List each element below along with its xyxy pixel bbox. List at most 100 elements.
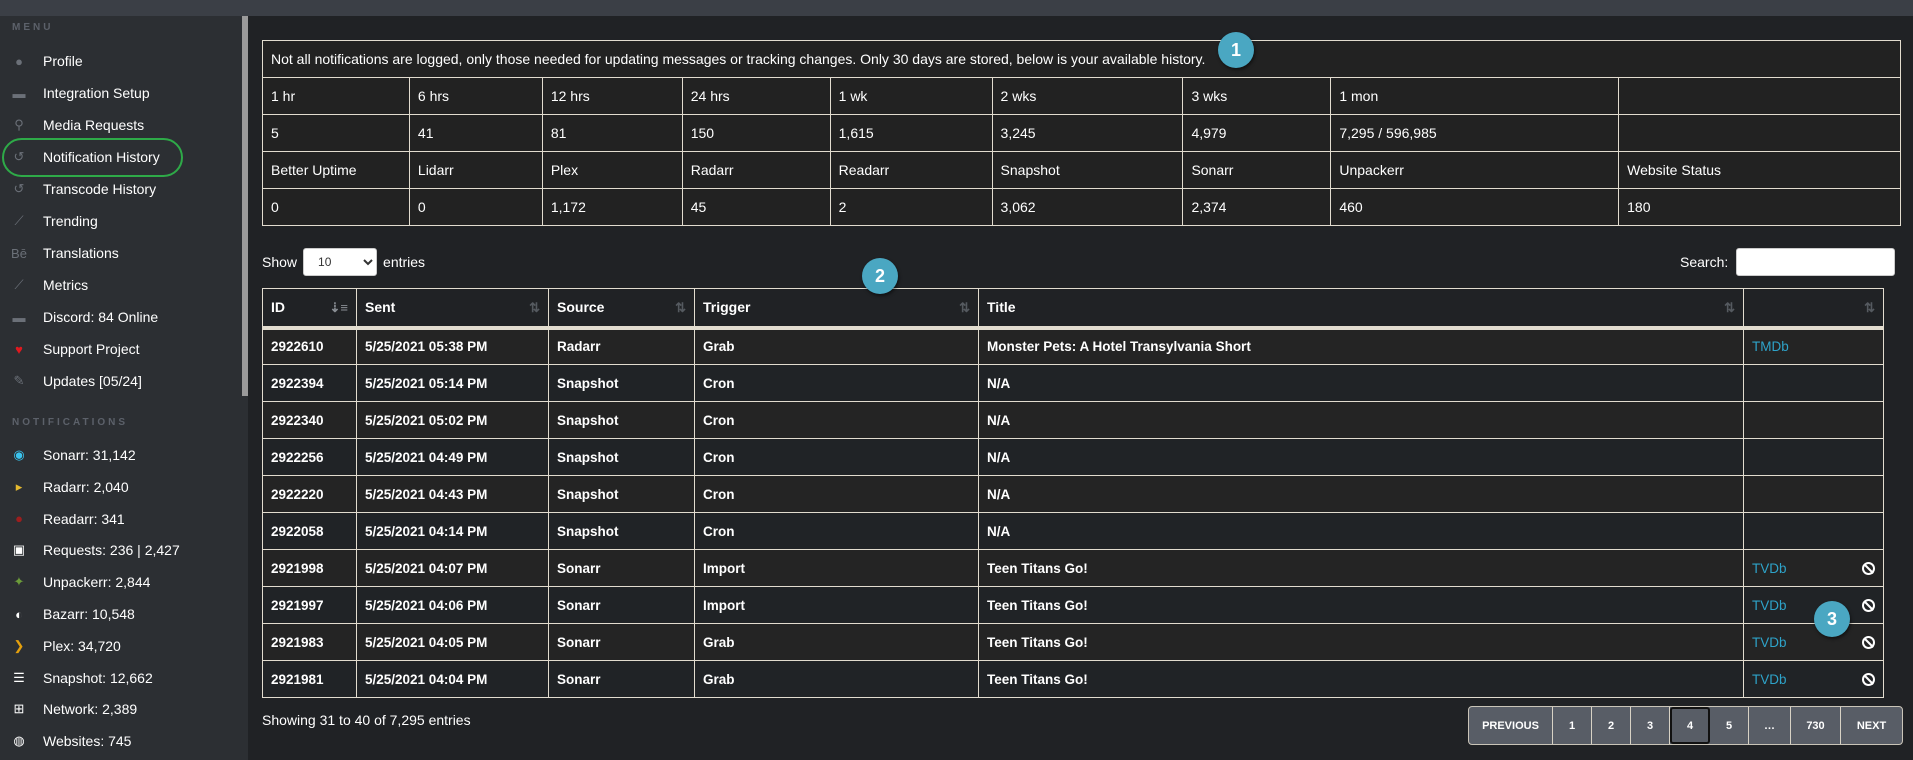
cell-trigger: Cron [694,401,979,439]
stats-cell: Plex [541,151,683,189]
sidebar-item-translations[interactable]: Bē Translations [10,238,119,268]
sidebar-scrollbar[interactable] [242,16,248,396]
globe-icon: ◍ [13,733,25,749]
stats-row-sources: Better Uptime Lidarr Plex Radarr Readarr Snap… [262,151,1901,189]
table-row[interactable]: 2921983 5/25/2021 04:05 PM Sonarr Grab Teen … [262,623,1884,661]
sidebar-item-bazarr-10-548[interactable]: ◐ Bazarr: 10,548 [10,599,135,629]
column-label: Title [987,299,1016,316]
table-row[interactable]: 2921981 5/25/2021 04:04 PM Sonarr Grab Teen … [262,660,1884,698]
cell-links [1743,364,1884,402]
page-button[interactable]: 2 [1592,707,1631,744]
search-input[interactable] [1736,248,1896,276]
column-header-source[interactable]: Source ⇅ [548,288,695,330]
page-button[interactable]: 5 [1710,707,1749,744]
cell-title: Teen Titans Go! [978,586,1744,624]
sidebar-item-requests-236-2-427[interactable]: ▣ Requests: 236 | 2,427 [10,535,180,565]
sonarr-icon: ◉ [13,447,25,462]
behance-icon: Bē [11,245,27,261]
table-row[interactable]: 2922220 5/25/2021 04:43 PM Snapshot Cron N/A [262,475,1884,513]
page-button[interactable]: 4 [1670,707,1710,744]
sidebar-item-metrics[interactable]: ⟋ Metrics [10,270,88,300]
table-row[interactable]: 2922340 5/25/2021 05:02 PM Snapshot Cron N/A [262,401,1884,439]
sidebar-item-support-project[interactable]: ♥ Support Project [10,334,139,364]
stats-cell: 81 [541,114,683,152]
column-label: Sent [365,299,396,316]
table-info: Showing 31 to 40 of 7,295 entries [262,712,471,728]
column-header-sent[interactable]: Sent ⇅ [356,288,549,330]
sidebar-item-profile[interactable]: ● Profile [10,46,83,76]
table-row[interactable]: 2922610 5/25/2021 05:38 PM Radarr Grab Monst… [262,327,1884,365]
sidebar-item-websites-745[interactable]: ◍ Websites: 745 [10,726,131,756]
next-button[interactable]: NEXT [1841,707,1902,744]
cell-sent: 5/25/2021 05:02 PM [356,401,549,439]
sidebar-item-updates-05-24[interactable]: ✎ Updates [05/24] [10,366,142,396]
cell-sent: 5/25/2021 04:04 PM [356,660,549,698]
stats-cell: 7,295 / 596,985 [1330,114,1620,152]
sidebar-item-plex-34-720[interactable]: ❯ Plex: 34,720 [10,631,121,661]
sidebar-item-media-requests[interactable]: ⚲ Media Requests [10,110,144,140]
cell-links [1743,438,1884,476]
readarr-icon: ● [15,511,23,527]
sidebar-item-unpackerr-2-844[interactable]: ✦ Unpackerr: 2,844 [10,567,151,597]
sidebar-item-trending[interactable]: ⟋ Trending [10,206,97,236]
sidebar-item-integration-setup[interactable]: ▬ Integration Setup [10,78,150,108]
table-row[interactable]: 2921997 5/25/2021 04:06 PM Sonarr Import Tee… [262,586,1884,624]
stats-cell: 180 [1618,188,1901,226]
stats-cell: 3 wks [1182,77,1332,115]
table-row[interactable]: 2921998 5/25/2021 04:07 PM Sonarr Import Tee… [262,549,1884,587]
sidebar-item-label: Bazarr: 10,548 [43,606,135,622]
annotation-badge-3: 3 [1814,601,1850,637]
sort-icon[interactable]: ⇅ [675,300,686,316]
stats-cell: 41 [408,114,543,152]
sort-icon[interactable]: ⇅ [1864,300,1875,316]
page-button[interactable]: 730 [1791,707,1841,744]
external-link[interactable]: TVDb [1752,635,1787,650]
sort-icon[interactable]: ⇅ [1724,300,1735,316]
column-header-title[interactable]: Title ⇅ [978,288,1744,330]
sidebar-item-transcode-history[interactable]: ↺ Transcode History [10,174,157,204]
network-icon: ⊞ [13,701,25,717]
user-icon: ● [15,53,23,69]
stats-table: Not all notifications are logged, only t… [262,40,1901,226]
sort-icon[interactable]: ⇅ [959,300,970,316]
stats-cell: 12 hrs [541,77,683,115]
sidebar-item-network-2-389[interactable]: ⊞ Network: 2,389 [10,694,138,724]
sort-icon[interactable]: ⇅ [529,300,540,316]
external-link[interactable]: TVDb [1752,561,1787,576]
column-header-links[interactable]: ⇅ [1743,288,1884,330]
previous-button[interactable]: PREVIOUS [1469,707,1553,744]
table-row[interactable]: 2922058 5/25/2021 04:14 PM Snapshot Cron N/A [262,512,1884,550]
ban-icon[interactable] [1862,635,1875,649]
column-label: Trigger [703,299,751,316]
cell-links: TVDb [1743,549,1884,587]
sidebar-item-readarr-341[interactable]: ● Readarr: 341 [10,504,125,534]
external-link[interactable]: TVDb [1752,672,1787,687]
ban-icon[interactable] [1862,672,1875,686]
ban-icon[interactable] [1862,561,1875,575]
page-button[interactable]: 3 [1631,707,1670,744]
pagination: PREVIOUS 1 2 3 4 5… 730 NEXT [1468,706,1903,745]
external-link[interactable]: TVDb [1752,598,1787,613]
sidebar-item-sonarr-31-142[interactable]: ◉ Sonarr: 31,142 [10,440,135,470]
sidebar-item-radarr-2-040[interactable]: ▸ Radarr: 2,040 [10,472,129,502]
sidebar-item-label: Updates [05/24] [43,373,142,389]
stats-row-period-counts: 5 41 81 150 1,615 3,245 4,979 7,295 / 596,985 [262,114,1901,152]
sidebar-item-snapshot-12-662[interactable]: ☰ Snapshot: 12,662 [10,663,153,693]
sidebar-item-discord-84-online[interactable]: ▬ Discord: 84 Online [10,302,159,332]
table-row[interactable]: 2922256 5/25/2021 04:49 PM Snapshot Cron N/A [262,438,1884,476]
column-header-trigger[interactable]: Trigger ⇅ [694,288,979,330]
table-row[interactable]: 2922394 5/25/2021 05:14 PM Snapshot Cron N/A [262,364,1884,402]
page-button[interactable]: 1 [1553,707,1592,744]
search-control: Search: [1680,248,1896,276]
sidebar-item-label: Snapshot: 12,662 [43,669,153,686]
ban-icon[interactable] [1862,598,1875,612]
external-link[interactable]: TMDb [1752,339,1789,354]
discord-icon: ▬ [12,85,26,101]
stats-cell: 2 [829,188,993,226]
cell-id: 2921997 [262,586,357,624]
column-header-id[interactable]: ID ⇣≡ [262,288,357,330]
page-size-select[interactable]: 10 [303,248,378,276]
sort-desc-icon[interactable]: ⇣≡ [330,300,348,316]
stats-cell: 4,979 [1182,114,1332,152]
sidebar-item-notification-history[interactable]: ↺ Notification History [10,142,160,172]
